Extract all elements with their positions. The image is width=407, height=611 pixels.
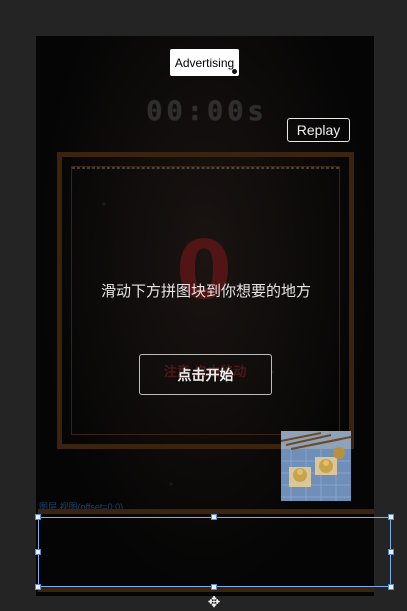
grid-line: [72, 168, 339, 169]
lower-board-bottom-border: [38, 587, 374, 592]
food-image: [281, 431, 351, 501]
resize-handle[interactable]: [35, 549, 41, 555]
puzzle-piece-thumbnail[interactable]: [281, 431, 351, 501]
resize-handle[interactable]: [35, 584, 41, 590]
resize-handle[interactable]: [388, 514, 394, 520]
start-button[interactable]: 点击开始: [139, 354, 272, 395]
resize-handle[interactable]: [388, 584, 394, 590]
instruction-text: 滑动下方拼图块到你想要的地方: [100, 282, 311, 300]
resize-handle[interactable]: [35, 514, 41, 520]
replay-button[interactable]: Replay: [287, 118, 350, 142]
advertising-label: Advertising: [174, 55, 235, 70]
ad-info-icon[interactable]: [232, 69, 237, 74]
move-icon[interactable]: ✥: [206, 594, 222, 610]
resize-handle[interactable]: [211, 584, 217, 590]
advertising-badge[interactable]: Advertising: [170, 49, 239, 76]
resize-handle[interactable]: [388, 549, 394, 555]
resize-handle[interactable]: [211, 514, 217, 520]
countdown-number: 0: [176, 224, 232, 317]
timer-display: 00:00s: [146, 96, 268, 127]
selection-box[interactable]: [38, 517, 391, 587]
